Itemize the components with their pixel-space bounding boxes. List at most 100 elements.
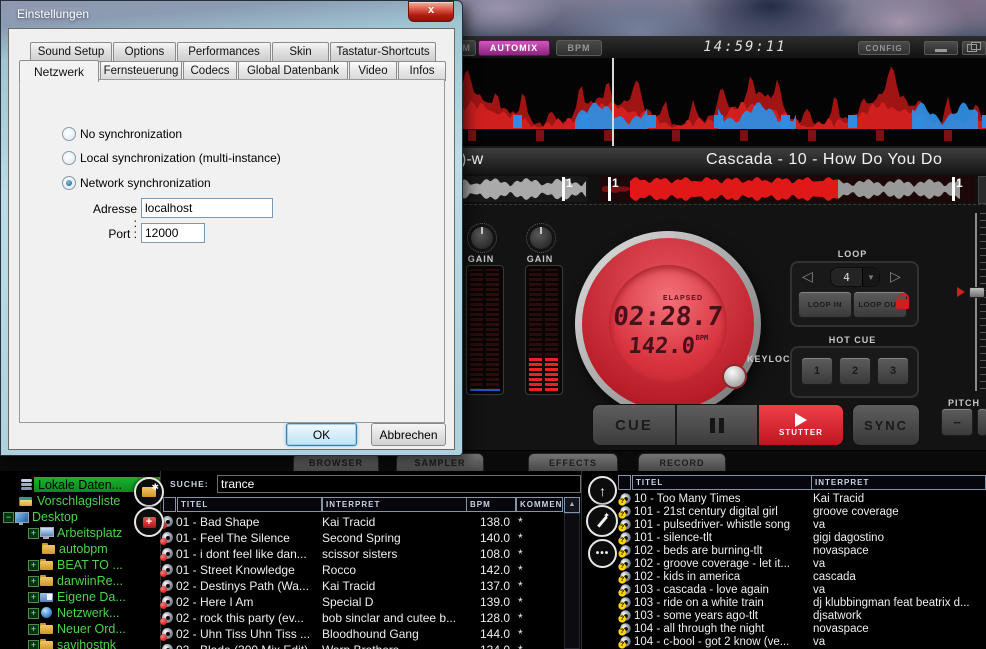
cd-icon	[162, 532, 173, 543]
tab-record[interactable]: RECORD	[638, 453, 726, 472]
chevron-down-icon[interactable]: ▼	[862, 268, 879, 286]
pitch-plus-button-partial[interactable]	[977, 408, 986, 436]
loop-panel: ◁ 4 ▼ ▷ LOOP IN LOOP OUT	[790, 261, 919, 327]
pitch-zero-arrow-icon	[957, 287, 965, 297]
loop-label: LOOP	[790, 249, 915, 259]
database-icon	[20, 479, 34, 491]
gain-knob[interactable]	[526, 223, 556, 253]
keylock-button[interactable]	[722, 364, 747, 389]
expand-icon[interactable]: +	[28, 576, 39, 587]
close-button[interactable]: x	[408, 1, 454, 22]
loop-length-select[interactable]: 4 ▼	[830, 267, 880, 287]
radio-icon	[62, 151, 76, 165]
tab-sound-setup[interactable]: Sound Setup	[30, 42, 112, 62]
bpm-button[interactable]: BPM	[556, 40, 602, 56]
search-input[interactable]	[217, 475, 581, 493]
sidebar-item-netzwerk[interactable]: + Netzwerk...	[0, 605, 160, 621]
hot-cue-3-button[interactable]: 3	[877, 357, 909, 385]
close-icon: x	[428, 4, 434, 16]
right-deck-title: Cascada - 10 - How Do You Do	[706, 151, 942, 169]
loop-double-button[interactable]: ▷	[890, 267, 901, 285]
loop-half-button[interactable]: ◁	[802, 267, 813, 285]
tab-infos[interactable]: Infos	[398, 61, 446, 81]
cd-icon: ?	[620, 571, 630, 581]
cd-icon: ?	[620, 610, 630, 620]
port-label: Port :	[89, 227, 137, 241]
restore-button[interactable]	[962, 41, 986, 55]
left-deck-title-partial: )-w	[461, 151, 483, 169]
tab-tastatur-shortcuts[interactable]: Tastatur-Shortcuts	[330, 42, 436, 62]
pitch-minus-button[interactable]: −	[941, 408, 973, 436]
titel-column-header[interactable]: TITEL	[632, 475, 813, 490]
expand-icon[interactable]: +	[28, 560, 39, 571]
expand-icon[interactable]: +	[28, 608, 39, 619]
sidebar-item-neuer-ordner[interactable]: + Neuer Ord...	[0, 621, 160, 637]
cd-icon	[162, 644, 173, 649]
elapsed-label: ELAPSED	[663, 295, 703, 302]
minimize-button[interactable]	[924, 41, 958, 55]
stutter-play-button[interactable]: STUTTER	[759, 405, 843, 445]
gain-knob[interactable]	[467, 223, 497, 253]
cue-button[interactable]: CUE	[593, 405, 675, 445]
expand-icon[interactable]: +	[28, 640, 39, 649]
screen: M AUTOMIX BPM 14:59:11 CONFIG )-w Cascad…	[0, 0, 986, 649]
kommentar-column-header[interactable]: KOMMEN	[516, 497, 563, 512]
select-column-header[interactable]	[618, 475, 631, 490]
select-column-header[interactable]	[163, 497, 176, 512]
cue-marker: 1	[952, 177, 963, 201]
add-folder-button[interactable]: +	[134, 507, 164, 537]
cancel-button[interactable]: Abbrechen	[371, 423, 446, 446]
automix-wand-button[interactable]: ✦	[586, 505, 618, 537]
scrollbar-up-button[interactable]: ▲	[564, 497, 580, 513]
move-up-button[interactable]: ↑	[588, 476, 617, 505]
port-field[interactable]	[141, 223, 205, 243]
smart-lock-icon[interactable]	[896, 299, 909, 309]
expand-icon[interactable]: +	[28, 592, 39, 603]
more-options-button[interactable]: •••	[588, 539, 617, 568]
tab-effects[interactable]: EFFECTS	[528, 453, 618, 472]
pause-button[interactable]	[677, 405, 757, 445]
loop-in-button[interactable]: LOOP IN	[798, 291, 852, 318]
tab-skin[interactable]: Skin	[272, 42, 329, 62]
sync-button[interactable]: SYNC	[852, 404, 920, 446]
collapse-icon[interactable]: −	[3, 512, 14, 523]
hot-cue-1-button[interactable]: 1	[801, 357, 833, 385]
favorite-folder-button[interactable]: ✱	[134, 477, 164, 507]
sidebar-item-eigene-dateien[interactable]: + Eigene Da...	[0, 589, 160, 605]
interpret-column-header[interactable]: INTERPRET	[322, 497, 467, 512]
right-deck-position-ribbon[interactable]: 1 1	[600, 176, 975, 202]
gain-label: GAIN	[525, 254, 555, 264]
adresse-label: Adresse :	[89, 202, 137, 230]
tab-performances[interactable]: Performances	[177, 42, 271, 62]
sidebar-item-beat-to[interactable]: + BEAT TO ...	[0, 557, 160, 573]
scrollbar-track[interactable]	[564, 513, 580, 649]
adresse-field[interactable]	[141, 198, 273, 218]
tab-global-datenbank[interactable]: Global Datenbank	[238, 61, 348, 81]
config-button[interactable]: CONFIG	[858, 41, 910, 55]
cd-icon: ?	[620, 584, 630, 594]
tab-fernsteuerung[interactable]: Fernsteuerung	[100, 61, 182, 81]
hot-cue-2-button[interactable]: 2	[839, 357, 871, 385]
tab-netzwerk[interactable]: Netzwerk	[19, 60, 99, 82]
jog-wheel[interactable]: ELAPSED 02:28.7 142.0BPM	[575, 231, 761, 417]
interpret-column-header[interactable]: INTERPRET	[811, 475, 986, 490]
automix-button[interactable]: AUTOMIX	[478, 40, 550, 56]
ribbon-end-button[interactable]	[978, 176, 986, 204]
folder-star-icon: ✱	[142, 487, 156, 497]
tab-video[interactable]: Video	[349, 61, 397, 81]
ok-button[interactable]: OK	[286, 423, 357, 446]
sidebar-item-darwiinre[interactable]: + darwiinRe...	[0, 573, 160, 589]
bpm-column-header[interactable]: BPM	[466, 497, 516, 512]
expand-icon[interactable]: +	[28, 624, 39, 635]
settings-dialog: Einstellungen x Sound Setup Options Perf…	[0, 0, 463, 456]
cd-icon: ?	[620, 493, 630, 503]
sidebar-item-savihostnk[interactable]: + savihostnk	[0, 637, 160, 649]
expand-icon[interactable]: +	[28, 528, 39, 539]
titel-column-header[interactable]: TITEL	[177, 497, 322, 512]
pitch-slider-handle[interactable]	[969, 287, 985, 298]
tab-codecs[interactable]: Codecs	[183, 61, 237, 81]
pitch-slider[interactable]	[975, 213, 977, 391]
tab-options[interactable]: Options	[113, 42, 176, 62]
pitch-label: PITCH	[948, 398, 980, 408]
sidebar-item-autobpm[interactable]: autobpm	[0, 541, 160, 557]
